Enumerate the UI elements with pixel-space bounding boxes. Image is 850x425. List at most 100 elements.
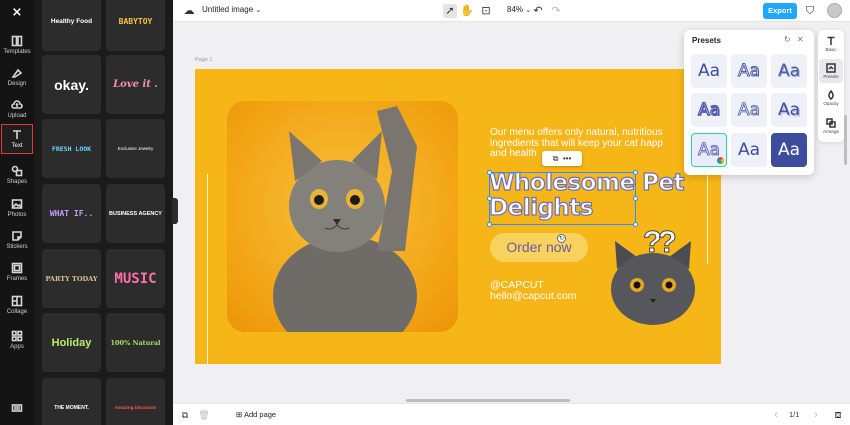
resize-handle[interactable]	[633, 222, 638, 227]
zoom-level-text: 84%	[507, 5, 524, 14]
resize-handle[interactable]	[633, 170, 638, 175]
rail-item-settings[interactable]	[1, 393, 33, 423]
grey-cat-sticker[interactable]	[607, 239, 699, 329]
rail-label: Frames	[6, 276, 28, 282]
contact-text[interactable]: @CAPCUT hello@capcut.com	[490, 280, 577, 302]
cat-photo[interactable]	[227, 101, 458, 332]
text-template-preview: 100% Natural	[110, 338, 161, 347]
upload-icon	[11, 100, 23, 109]
horizontal-scrollbar[interactable]	[406, 399, 570, 402]
text-template-tile[interactable]: WHAT IF..	[42, 184, 101, 243]
body-copy-text[interactable]: Our menu offers only natural, nutritious…	[490, 127, 700, 160]
shield-icon[interactable]: ⛉	[803, 4, 817, 18]
preset-sample: Aa	[697, 99, 721, 120]
text-template-tile[interactable]: Exclusive Jewelry	[106, 119, 165, 178]
rail-item-apps[interactable]: Apps	[1, 325, 33, 355]
text-template-tile[interactable]: FRESH LOOK	[42, 119, 101, 178]
copy-icon[interactable]: ⧉	[553, 154, 559, 163]
floating-toolbar[interactable]: ⧉ •••	[542, 151, 582, 166]
select-cursor-icon[interactable]: ➚	[443, 4, 457, 18]
close-icon[interactable]: ✕	[797, 35, 804, 44]
resize-handle[interactable]	[487, 222, 492, 227]
capcut-logo-icon[interactable]: ⨯	[10, 5, 24, 19]
text-template-tile[interactable]: 100% Natural	[106, 313, 165, 372]
text-template-preview: MUSIC	[114, 270, 157, 287]
text-template-tile[interactable]: THE MOMENT.	[42, 378, 101, 425]
text-template-preview: Healthy Food	[50, 18, 93, 25]
text-template-tile[interactable]: BUSINESS AGENCY	[106, 184, 165, 243]
cloud-save-icon[interactable]: ☁	[182, 4, 196, 18]
preset-style-8[interactable]: Aa	[731, 133, 767, 167]
resize-icon[interactable]: ⊡	[479, 4, 493, 18]
rotate-handle-icon[interactable]: ↻	[557, 234, 566, 243]
text-templates-panel: Healthy Food BABYTOY okay. Love it . FRE…	[34, 0, 173, 425]
hand-pan-icon[interactable]: ✋	[460, 4, 474, 18]
reset-icon[interactable]: ↻	[784, 35, 791, 44]
resize-handle[interactable]	[633, 196, 638, 201]
tool-basic[interactable]: Basic	[819, 32, 843, 56]
tool-opacity[interactable]: Opacity	[819, 86, 843, 110]
trash-icon[interactable]: 🗑	[197, 408, 211, 422]
layers-icon[interactable]: ⧈	[831, 408, 845, 422]
order-now-button[interactable]: Order now	[490, 233, 588, 262]
text-template-tile[interactable]: Love it .	[106, 55, 165, 114]
text-template-preview: WHAT IF..	[49, 209, 94, 218]
text-template-preview: Holiday	[51, 336, 92, 349]
rail-item-frames[interactable]: Frames	[1, 257, 33, 287]
resize-handle[interactable]	[487, 170, 492, 175]
text-template-tile[interactable]: Healthy Food	[42, 0, 101, 51]
rail-item-collage[interactable]: Collage	[1, 290, 33, 320]
tool-label: Arrange	[822, 129, 839, 134]
next-page-icon[interactable]: ›	[809, 408, 823, 422]
tool-label: Opacity	[823, 101, 839, 106]
resize-handle[interactable]	[487, 196, 492, 201]
text-template-tile[interactable]: PARTY TODAY	[42, 249, 101, 308]
preset-style-7-selected[interactable]: Aa	[691, 133, 727, 167]
preset-style-1[interactable]: Aa	[691, 54, 727, 88]
preset-sample: Aa	[777, 61, 801, 81]
bottom-bar: ⧉ 🗑 ⊞ Add page ‹ 1/1 › ⧈	[173, 403, 850, 425]
undo-icon[interactable]: ↶	[531, 4, 545, 18]
more-icon[interactable]: •••	[563, 154, 571, 163]
rail-item-text[interactable]: Text	[1, 124, 33, 154]
text-template-preview: FRESH LOOK	[51, 144, 92, 153]
rail-item-shapes[interactable]: Shapes	[1, 160, 33, 190]
rail-item-design[interactable]: Design	[1, 62, 33, 92]
vertical-scrollbar[interactable]	[844, 115, 847, 165]
export-button[interactable]: Export	[763, 3, 797, 19]
add-page-button[interactable]: ⊞ Add page	[236, 410, 276, 419]
photos-icon	[11, 199, 23, 209]
preset-style-3[interactable]: Aa	[771, 54, 807, 88]
avatar[interactable]	[827, 3, 842, 18]
rail-item-upload[interactable]: Upload	[1, 94, 33, 124]
preset-style-5[interactable]: Aa	[731, 93, 767, 127]
prev-page-icon[interactable]: ‹	[769, 408, 783, 422]
document-title[interactable]: Untitled image ⌄	[202, 5, 261, 14]
text-template-tile[interactable]: MUSIC	[106, 249, 165, 308]
preset-style-9[interactable]: Aa	[771, 133, 807, 167]
text-template-tile[interactable]: Holiday	[42, 313, 101, 372]
preset-sample: Aa	[737, 61, 761, 82]
tool-arrange[interactable]: Arrange	[819, 114, 843, 138]
panel-collapse-handle[interactable]	[172, 198, 178, 224]
preset-style-6[interactable]: Aa	[771, 93, 807, 127]
opacity-icon	[828, 90, 834, 100]
zoom-level[interactable]: 84% ⌄	[507, 5, 531, 14]
text-template-tile[interactable]: okay.	[42, 55, 101, 114]
preset-sample: Aa	[737, 140, 761, 160]
rail-item-photos[interactable]: Photos	[1, 193, 33, 223]
presets-title: Presets	[692, 36, 721, 45]
preset-style-2[interactable]: Aa	[731, 54, 767, 88]
text-template-tile[interactable]: BABYTOY	[106, 0, 165, 51]
stickers-icon	[12, 231, 22, 241]
tool-presets[interactable]: Presets	[819, 59, 843, 83]
rail-item-templates[interactable]: Templates	[1, 30, 33, 60]
duplicate-page-icon[interactable]: ⧉	[178, 408, 192, 422]
rail-item-stickers[interactable]: Stickers	[1, 225, 33, 255]
preset-style-4[interactable]: Aa	[691, 93, 727, 127]
selection-box[interactable]	[487, 170, 638, 227]
redo-icon[interactable]: ↷	[549, 4, 563, 18]
shapes-icon	[11, 165, 23, 177]
design-canvas[interactable]: Our menu offers only natural, nutritious…	[195, 69, 721, 364]
text-template-tile[interactable]: Amazing Discounts	[106, 378, 165, 425]
